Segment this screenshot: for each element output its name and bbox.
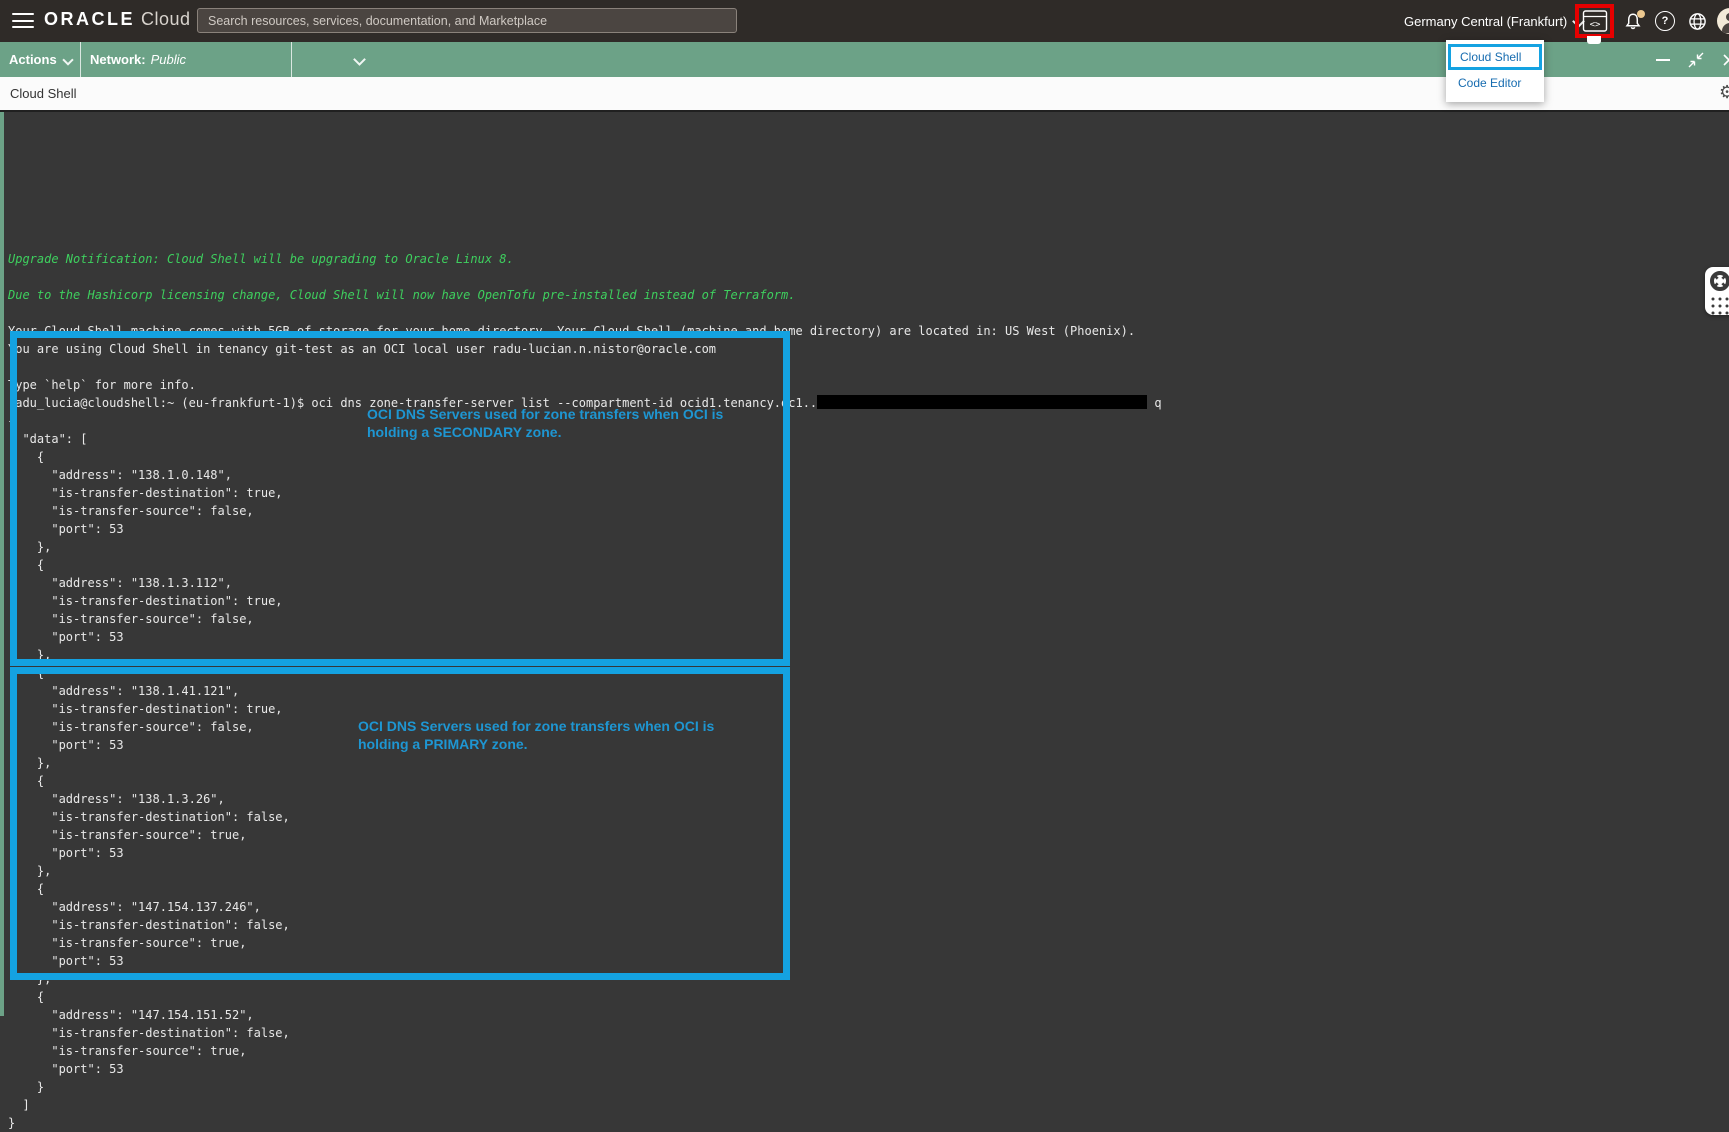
- life-ring-icon[interactable]: [1709, 270, 1729, 292]
- logo-oracle-text: ORACLE: [44, 9, 135, 29]
- terminal-line: "is-transfer-destination": true,: [8, 484, 1162, 502]
- terminal-line: "address": "138.1.0.148",: [8, 466, 1162, 484]
- notification-badge: [1637, 10, 1645, 18]
- menu-item-cloud-shell[interactable]: Cloud Shell: [1448, 44, 1542, 70]
- terminal-line: "address": "138.1.41.121",: [8, 682, 1162, 700]
- logo-cloud-text: Cloud: [141, 9, 191, 29]
- terminal-line: Due to the Hashicorp licensing change, C…: [8, 286, 1162, 304]
- region-selector[interactable]: Germany Central (Frankfurt): [1404, 0, 1583, 42]
- actions-label: Actions: [9, 52, 57, 67]
- terminal-line: },: [8, 970, 1162, 988]
- terminal-line: },: [8, 754, 1162, 772]
- terminal-line: "is-transfer-destination": false,: [8, 916, 1162, 934]
- terminal-line: "is-transfer-source": true,: [8, 1042, 1162, 1060]
- apps-grid-icon[interactable]: [1710, 296, 1729, 315]
- network-dropdown[interactable]: Network: Public: [80, 42, 290, 77]
- terminal-line: "port": 53: [8, 1060, 1162, 1078]
- question-mark-icon: ?: [1655, 11, 1675, 31]
- minimize-button[interactable]: [1650, 42, 1676, 77]
- redaction-bar: [817, 395, 1147, 409]
- terminal-line: {: [8, 556, 1162, 574]
- region-label: Germany Central (Frankfurt): [1404, 14, 1567, 29]
- top-navigation-bar: ORACLECloud Germany Central (Frankfurt) …: [0, 0, 1729, 42]
- annotation-secondary-zone: OCI DNS Servers used for zone transfers …: [367, 406, 723, 441]
- terminal-line: {: [8, 772, 1162, 790]
- terminal-line: "address": "147.154.137.246",: [8, 898, 1162, 916]
- oci-console: { "topbar": { "logo_oracle": "ORACLE", "…: [0, 0, 1729, 1016]
- terminal-output: Upgrade Notification: Cloud Shell will b…: [8, 250, 1162, 1132]
- network-label: Network:: [90, 52, 146, 67]
- close-button[interactable]: [1716, 42, 1729, 77]
- terminal-line: },: [8, 538, 1162, 556]
- terminal-line: "is-transfer-destination": true,: [8, 700, 1162, 718]
- close-icon: [1723, 54, 1729, 66]
- terminal-line: {: [8, 880, 1162, 898]
- console-window-icon: <>: [1582, 9, 1608, 33]
- terminal-line: [8, 358, 1162, 376]
- help-icon[interactable]: ?: [1652, 0, 1678, 42]
- terminal-line: }: [8, 1078, 1162, 1096]
- terminal-line: },: [8, 862, 1162, 880]
- terminal-line: "port": 53: [8, 844, 1162, 862]
- language-globe-icon[interactable]: [1684, 0, 1710, 42]
- terminal-line: Your Cloud Shell machine comes with 5GB …: [8, 322, 1162, 340]
- panel-title: Cloud Shell: [10, 86, 77, 101]
- terminal-line: "address": "147.154.151.52",: [8, 1006, 1162, 1024]
- terminal-line: "address": "138.1.3.26",: [8, 790, 1162, 808]
- terminal-line: "is-transfer-destination": false,: [8, 808, 1162, 826]
- network-value: Public: [151, 52, 186, 67]
- terminal-line: "is-transfer-destination": true,: [8, 592, 1162, 610]
- chevron-down-icon: [62, 54, 73, 65]
- gear-icon[interactable]: ⚙: [1719, 82, 1729, 103]
- terminal-line: Upgrade Notification: Cloud Shell will b…: [8, 250, 1162, 268]
- terminal-line: [8, 268, 1162, 286]
- cloud-shell-terminal[interactable]: Upgrade Notification: Cloud Shell will b…: [0, 112, 1729, 1016]
- chevron-down-icon: [353, 53, 366, 66]
- terminal-line: },: [8, 646, 1162, 664]
- terminal-line: ]: [8, 1096, 1162, 1114]
- terminal-line: [8, 304, 1162, 322]
- terminal-line: "port": 53: [8, 520, 1162, 538]
- terminal-line: "address": "138.1.3.112",: [8, 574, 1162, 592]
- terminal-left-border: [0, 112, 4, 1016]
- hamburger-menu-icon[interactable]: [12, 13, 34, 29]
- terminal-line: {: [8, 988, 1162, 1006]
- developer-tools-menu: Cloud Shell Code Editor: [1446, 40, 1544, 102]
- terminal-line: "is-transfer-source": true,: [8, 934, 1162, 952]
- terminal-line: "is-transfer-destination": false,: [8, 1024, 1162, 1042]
- search-input[interactable]: [197, 8, 737, 33]
- terminal-line: {: [8, 664, 1162, 682]
- terminal-line: {: [8, 448, 1162, 466]
- restore-button[interactable]: [1683, 42, 1709, 77]
- terminal-line: "is-transfer-source": false,: [8, 502, 1162, 520]
- collapse-arrows-icon: [1688, 52, 1704, 68]
- terminal-line: "port": 53: [8, 628, 1162, 646]
- user-avatar[interactable]: [1717, 8, 1729, 34]
- terminal-line: You are using Cloud Shell in tenancy git…: [8, 340, 1162, 358]
- terminal-line: Type `help` for more info.: [8, 376, 1162, 394]
- terminal-line: }: [8, 1114, 1162, 1132]
- terminal-line: "port": 53: [8, 952, 1162, 970]
- oracle-cloud-logo: ORACLE Cloud: [44, 9, 191, 30]
- notifications-bell-icon[interactable]: [1620, 0, 1646, 42]
- floating-help-widget[interactable]: [1705, 267, 1729, 315]
- terminal-line: "is-transfer-source": false,: [8, 610, 1162, 628]
- actions-dropdown[interactable]: Actions: [0, 42, 80, 77]
- annotation-primary-zone: OCI DNS Servers used for zone transfers …: [358, 718, 714, 753]
- menu-item-code-editor[interactable]: Code Editor: [1446, 70, 1544, 96]
- svg-text:<>: <>: [1590, 20, 1601, 30]
- dropdown-pointer: [1587, 36, 1601, 44]
- terminal-line: "is-transfer-source": true,: [8, 826, 1162, 844]
- globe-icon: [1688, 12, 1707, 31]
- toolbar-divider: [291, 42, 292, 77]
- minimize-icon: [1656, 59, 1670, 61]
